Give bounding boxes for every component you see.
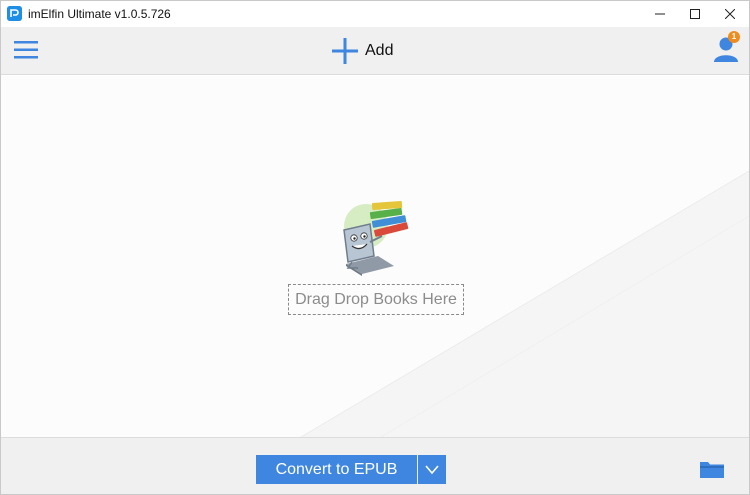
plus-icon [332, 38, 358, 64]
add-label: Add [365, 42, 394, 59]
drag-drop-zone[interactable]: Drag Drop Books Here [288, 284, 464, 315]
add-button[interactable]: Add [331, 35, 393, 67]
maximize-button[interactable] [677, 1, 713, 27]
hamburger-menu-icon [14, 41, 38, 59]
output-format-dropdown[interactable] [418, 455, 446, 484]
bottom-bar: Convert to EPUB [1, 437, 749, 494]
chevron-down-icon [425, 464, 439, 474]
open-output-folder-button[interactable] [699, 458, 725, 480]
app-logo-icon [7, 6, 22, 21]
main-toolbar: Add [1, 27, 749, 75]
menu-button[interactable] [13, 39, 39, 61]
book-reader-laptop-illustration [334, 196, 414, 278]
app-window: imElfin Ultimate v1.0.5.726 Add 1 Drag D… [0, 0, 750, 495]
maximize-icon [690, 9, 700, 19]
minimize-icon [655, 13, 665, 15]
folder-icon [700, 462, 724, 478]
close-icon [725, 9, 735, 19]
close-button[interactable] [712, 1, 748, 27]
drop-area[interactable]: Drag Drop Books Here [1, 76, 749, 437]
title-bar: imElfin Ultimate v1.0.5.726 [1, 1, 749, 27]
notification-badge: 1 [728, 31, 740, 43]
minimize-button[interactable] [642, 1, 678, 27]
convert-button[interactable]: Convert to EPUB [256, 455, 417, 484]
window-title: imElfin Ultimate v1.0.5.726 [28, 7, 171, 21]
drag-drop-label: Drag Drop Books Here [295, 290, 457, 308]
convert-label: Convert to EPUB [275, 460, 398, 478]
